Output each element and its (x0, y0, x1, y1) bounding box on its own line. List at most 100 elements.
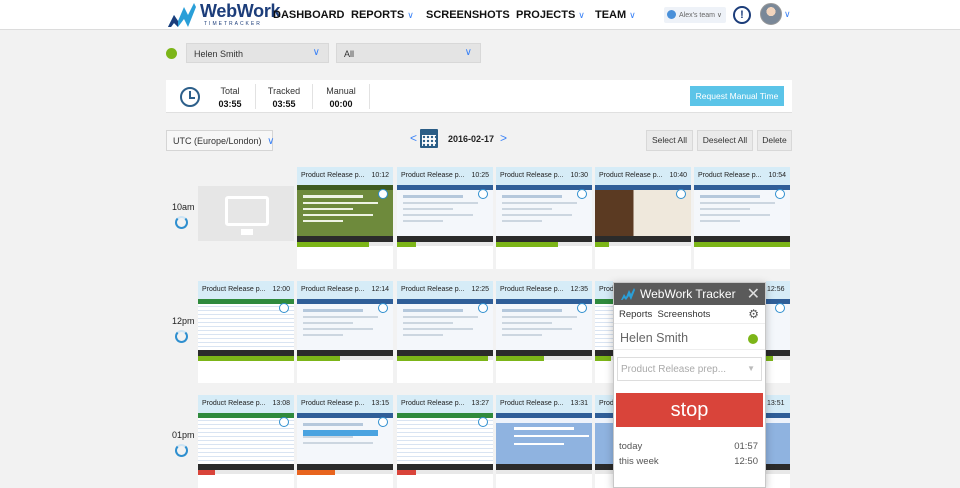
deselect-all-button[interactable]: Deselect All (697, 130, 753, 151)
tracker-titlebar[interactable]: WebWork Tracker ✕ (614, 283, 765, 305)
activity-track (397, 470, 493, 475)
gear-icon[interactable]: ⚙ (748, 307, 759, 321)
screenshot-card[interactable]: Product Release p... 10:12 (297, 167, 393, 269)
delete-button[interactable]: Delete (757, 130, 792, 151)
user-avatar[interactable] (760, 3, 782, 25)
chevron-down-icon: ∨ (629, 10, 636, 20)
nav-screenshots[interactable]: SCREENSHOTS (426, 9, 510, 21)
hour-select-ring-icon[interactable] (175, 216, 188, 229)
screenshot-card[interactable]: Product Release p... 10:30 (496, 167, 592, 269)
current-date: 2016-02-17 (448, 134, 495, 144)
screenshot-card[interactable]: Product Release p... 10:54 (694, 167, 790, 269)
select-ring-icon[interactable] (478, 417, 488, 427)
screenshot-thumbnail[interactable] (595, 185, 691, 242)
select-ring-icon[interactable] (279, 417, 289, 427)
nav-dashboard[interactable]: DASHBOARD (273, 9, 345, 21)
activity-bar (397, 470, 417, 475)
screenshot-card[interactable]: Prod (595, 281, 614, 383)
online-status-dot (166, 48, 177, 59)
activity-track (198, 470, 294, 475)
activity-bar (766, 356, 774, 361)
activity-track (297, 242, 393, 247)
select-ring-icon[interactable] (378, 189, 388, 199)
nav-reports[interactable]: REPORTS ∨ (351, 9, 414, 21)
screenshot-thumbnail[interactable] (496, 185, 592, 242)
select-ring-icon[interactable] (478, 189, 488, 199)
screenshot-card[interactable]: Product Release p... 13:08 (198, 395, 294, 488)
screenshot-card[interactable]: Product Release p... 12:00 (198, 281, 294, 383)
screenshot-thumbnail[interactable] (595, 413, 613, 470)
prev-day-arrow[interactable]: < (410, 131, 417, 145)
select-ring-icon[interactable] (775, 303, 785, 313)
clock-icon (180, 87, 200, 107)
user-select[interactable]: Helen Smith ∨ (186, 43, 329, 63)
screenshot-thumbnail[interactable] (496, 413, 592, 470)
select-ring-icon[interactable] (676, 189, 686, 199)
activity-track (496, 356, 592, 361)
nav-team[interactable]: TEAM ∨ (595, 9, 636, 21)
select-all-button[interactable]: Select All (646, 130, 693, 151)
screenshot-thumbnail[interactable] (198, 413, 294, 470)
screenshot-thumbnail[interactable] (397, 413, 493, 470)
screenshot-thumbnail[interactable] (297, 413, 393, 470)
tab-screenshots[interactable]: Screenshots (658, 309, 711, 320)
screenshot-card[interactable]: Product Release p... 12:35 (496, 281, 592, 383)
webwork-logo[interactable]: WebWork TIMETRACKER (166, 1, 281, 29)
task-select[interactable]: Product Release prep... ▼ (617, 357, 762, 381)
activity-bar (595, 356, 612, 361)
next-day-arrow[interactable]: > (500, 131, 507, 145)
screenshot-thumbnail[interactable] (694, 185, 790, 242)
screenshot-thumbnail[interactable] (766, 299, 790, 356)
screenshot-card[interactable]: Product Release p... 13:31 (496, 395, 592, 488)
screenshot-thumbnail[interactable] (397, 185, 493, 242)
screenshot-thumbnail[interactable] (496, 299, 592, 356)
activity-track (496, 470, 592, 474)
select-ring-icon[interactable] (378, 417, 388, 427)
chevron-down-icon: ∨ (464, 47, 472, 58)
hour-label: 01pm (172, 430, 195, 457)
activity-bar (496, 242, 559, 247)
activity-track (595, 470, 613, 474)
screenshot-card[interactable]: Product Release p... 13:27 (397, 395, 493, 488)
chevron-down-icon[interactable]: ∨ (784, 9, 791, 20)
calendar-icon[interactable] (420, 129, 438, 148)
select-ring-icon[interactable] (478, 303, 488, 313)
timezone-select[interactable]: UTC (Europe/London) ∨ (166, 130, 275, 151)
request-manual-time-button[interactable]: Request Manual Time (690, 86, 784, 106)
screenshot-thumbnail[interactable] (198, 299, 294, 356)
hour-select-ring-icon[interactable] (175, 330, 188, 343)
activity-track (297, 356, 393, 361)
select-ring-icon[interactable] (577, 189, 587, 199)
screenshot-card[interactable]: Prod (595, 395, 614, 488)
hour-select-ring-icon[interactable] (175, 444, 188, 457)
select-ring-icon[interactable] (279, 303, 289, 313)
screenshot-thumbnail[interactable] (595, 299, 613, 356)
tab-reports[interactable]: Reports (619, 309, 652, 320)
activity-bar (198, 470, 216, 475)
screenshot-card[interactable]: Product Release p... 13:15 (297, 395, 393, 488)
screenshot-card[interactable]: 13:51 (766, 395, 790, 488)
screenshot-card[interactable]: Product Release p... 10:25 (397, 167, 493, 269)
chevron-down-icon: ∨ (267, 136, 275, 147)
screenshot-card[interactable]: Product Release p... 12:14 (297, 281, 393, 383)
activity-bar (595, 242, 610, 247)
select-ring-icon[interactable] (775, 189, 785, 199)
screenshot-thumbnail[interactable] (766, 413, 790, 470)
select-ring-icon[interactable] (378, 303, 388, 313)
close-icon[interactable]: ✕ (747, 284, 760, 304)
team-switcher[interactable]: Alex's team ∨ (664, 7, 726, 23)
activity-track (595, 356, 613, 361)
screenshot-thumbnail[interactable] (297, 185, 393, 242)
screenshot-card[interactable]: 12:56 (766, 281, 790, 383)
screenshot-thumbnail[interactable] (297, 299, 393, 356)
screenshot-card[interactable]: Product Release p... 12:25 (397, 281, 493, 383)
stop-button[interactable]: stop (616, 393, 763, 427)
divider (369, 84, 370, 109)
select-ring-icon[interactable] (577, 303, 587, 313)
nav-projects[interactable]: PROJECTS ∨ (516, 9, 585, 21)
screenshot-card[interactable]: Product Release p... 10:40 (595, 167, 691, 269)
hour-label: 10am (172, 202, 195, 229)
notification-icon[interactable]: ! (733, 6, 751, 24)
project-select[interactable]: All ∨ (336, 43, 481, 63)
screenshot-thumbnail[interactable] (397, 299, 493, 356)
